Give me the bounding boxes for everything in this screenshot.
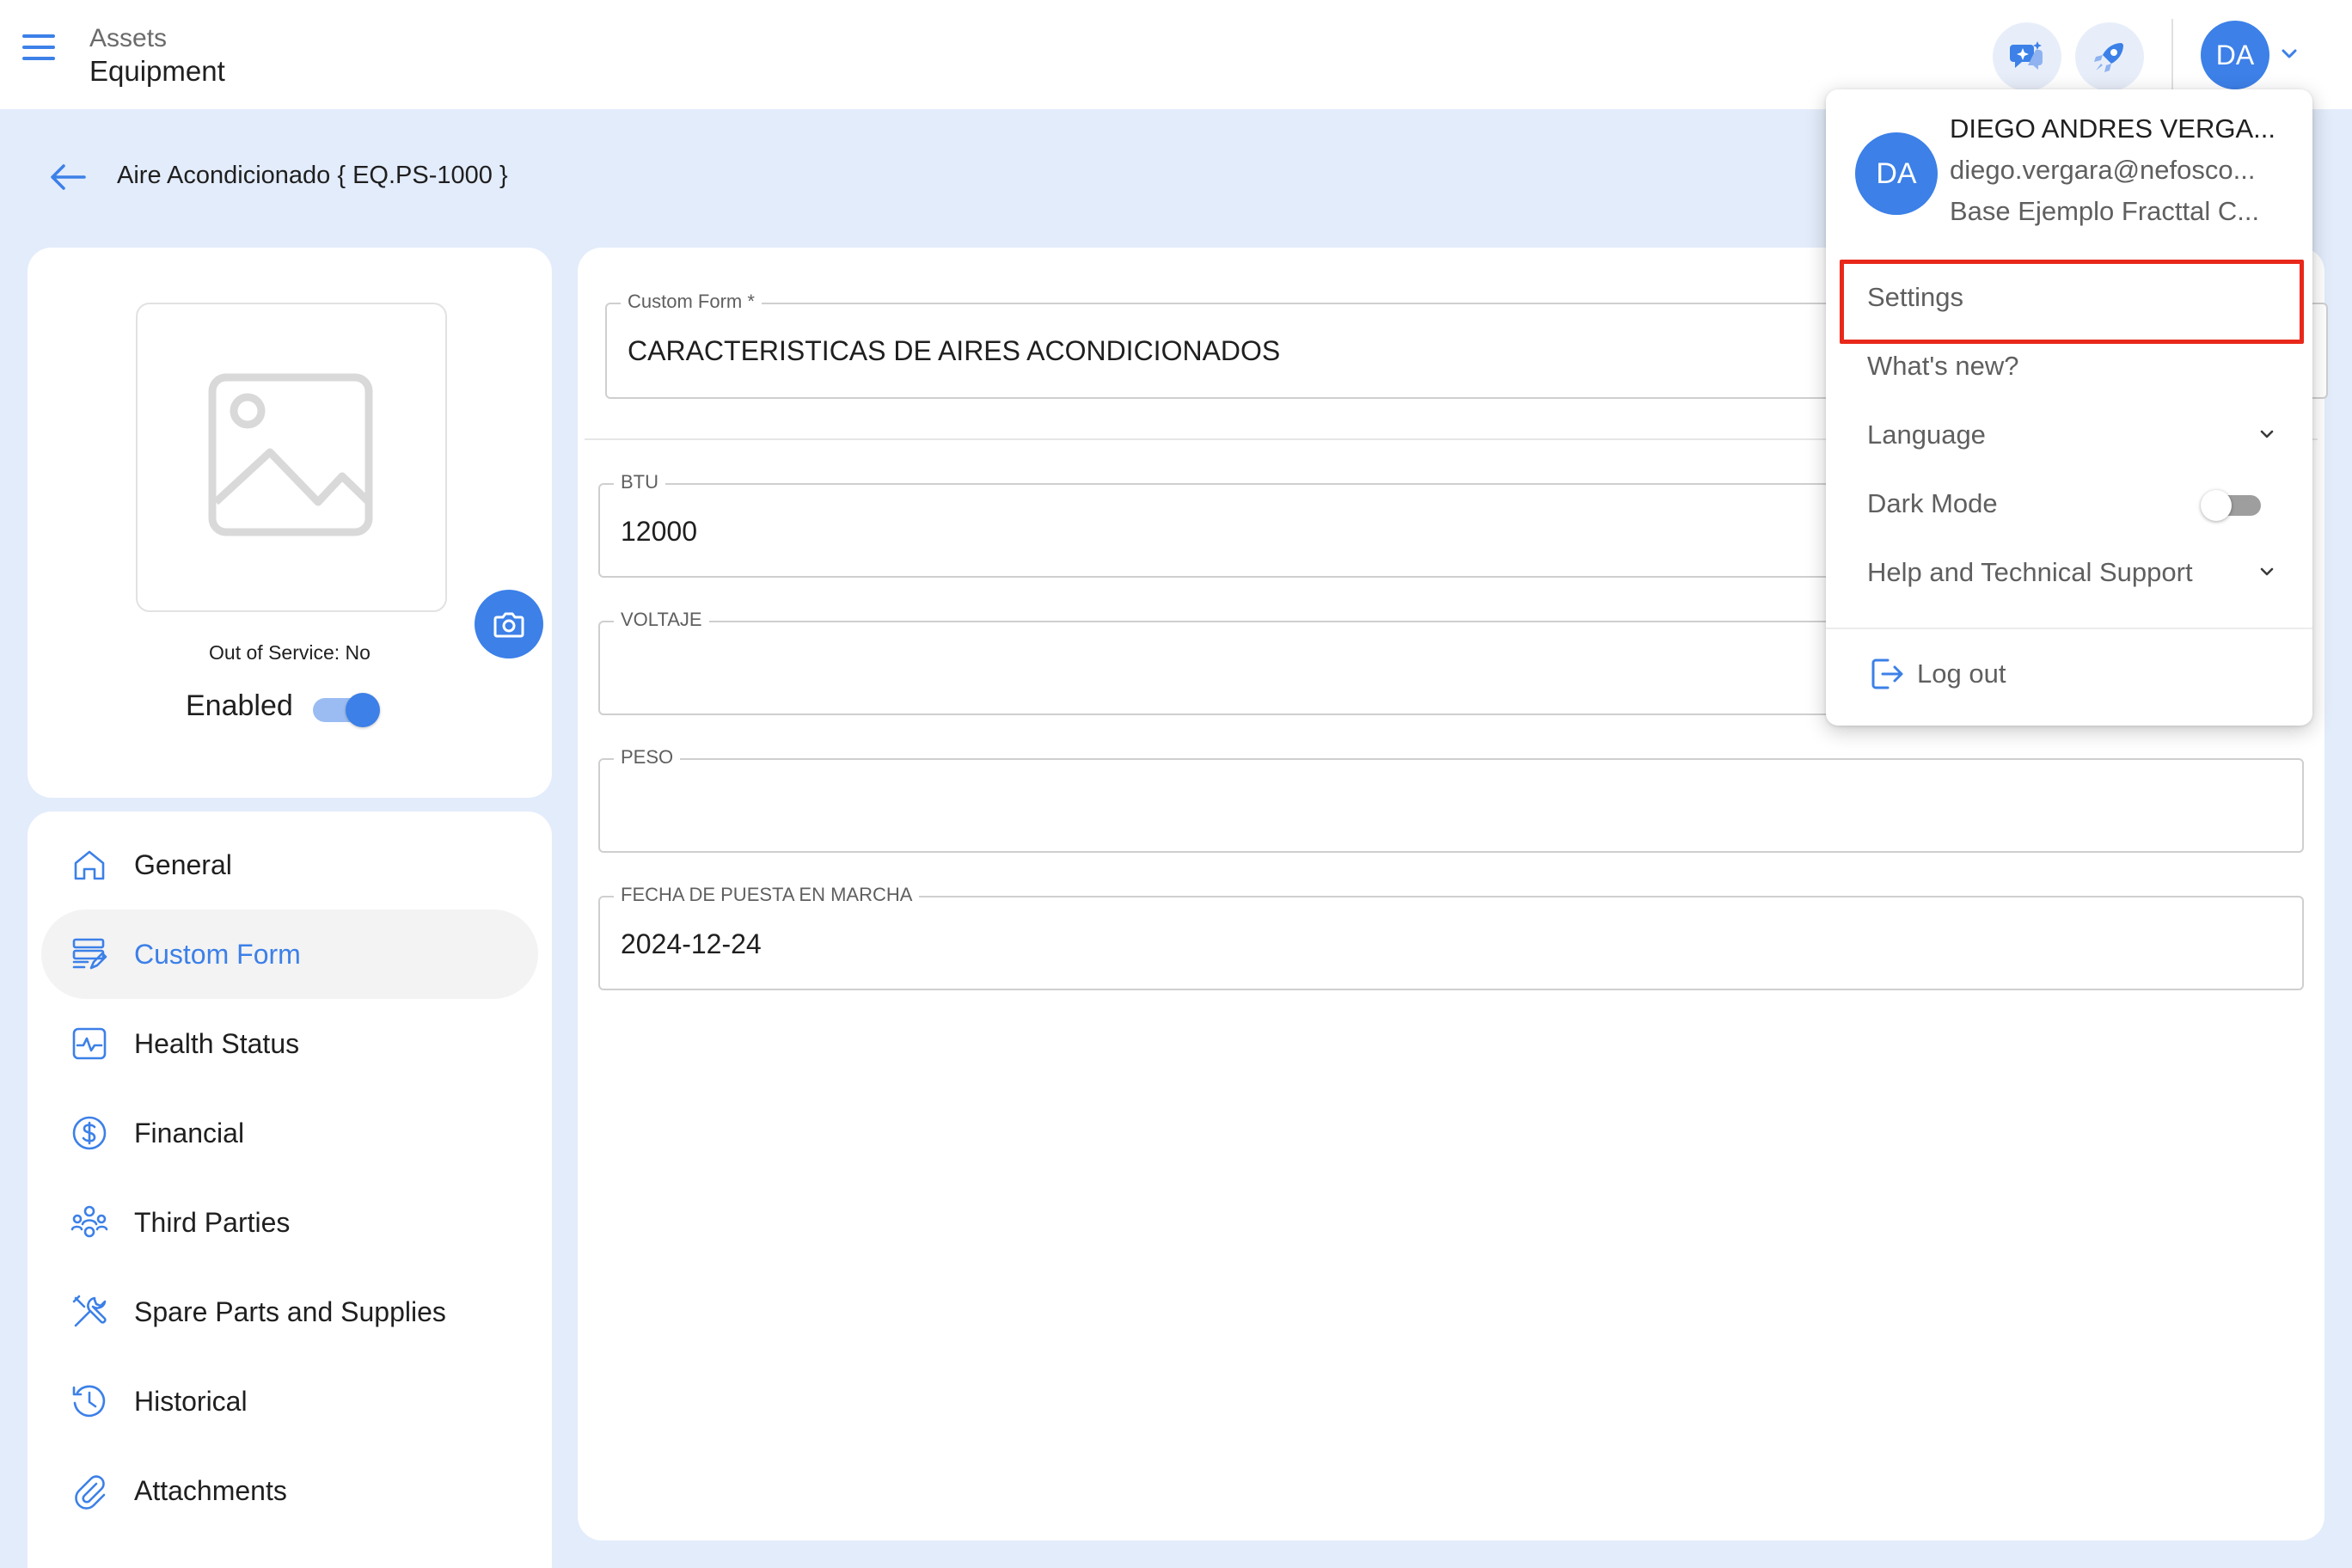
chat-sparkle-icon [2010, 41, 2043, 70]
camera-icon [493, 612, 524, 638]
nav-item-health-status[interactable]: Health Status [41, 999, 538, 1088]
chevron-down-icon[interactable] [2278, 43, 2300, 65]
history-icon [72, 1385, 106, 1418]
menu-item-whats-new[interactable]: What's new? [1840, 332, 2299, 401]
attachment-icon [75, 1475, 106, 1510]
dark-mode-label: Dark Mode [1867, 488, 1998, 518]
peso-field[interactable]: PESO [598, 746, 2304, 853]
dollar-icon [72, 1116, 107, 1150]
home-icon [74, 850, 105, 880]
enabled-label: Enabled [186, 689, 293, 722]
fecha-puesta-en-marcha-label: FECHA DE PUESTA EN MARCHA [614, 884, 920, 906]
fecha-puesta-en-marcha-value: 2024-12-24 [621, 928, 762, 959]
nav-item-label: Financial [134, 1118, 245, 1148]
nav-item-label: Attachments [134, 1475, 287, 1506]
enabled-toggle[interactable] [313, 693, 380, 727]
nav-item-custom-form[interactable]: Custom Form [41, 910, 538, 999]
logout-label: Log out [1917, 658, 2006, 689]
nav-item-attachments[interactable]: Attachments [41, 1446, 538, 1535]
menu-item-help-support[interactable]: Help and Technical Support [1840, 538, 2299, 607]
chat-support-button[interactable] [1993, 22, 2061, 91]
people-icon [70, 1205, 108, 1238]
chevron-down-icon [2260, 430, 2274, 438]
back-arrow-icon[interactable] [48, 162, 89, 196]
toggle-knob [2201, 490, 2232, 521]
page-title: Aire Acondicionado { EQ.PS-1000 } [117, 162, 508, 189]
nav-item-label: Spare Parts and Supplies [134, 1296, 446, 1327]
user-avatar-button[interactable]: DA [2201, 21, 2269, 89]
form-edit-icon [72, 938, 107, 970]
peso-label: PESO [614, 746, 681, 769]
top-bar-divider [2171, 19, 2173, 93]
tools-icon [72, 1295, 107, 1327]
breadcrumb-parent[interactable]: Assets [89, 24, 167, 53]
whats-new-label: What's new? [1867, 351, 2019, 381]
out-of-service-status: Out of Service: No [209, 641, 371, 664]
btu-label: BTU [614, 471, 665, 493]
breadcrumb-current: Equipment [89, 55, 225, 87]
asset-photo-card: Out of Service: No Enabled [28, 248, 552, 798]
user-email: diego.vergara@nefosco... [1950, 155, 2256, 185]
voltaje-label: VOLTAJE [614, 609, 709, 631]
nav-item-third-parties[interactable]: Third Parties [41, 1178, 538, 1267]
custom-form-value: CARACTERISTICAS DE AIRES ACONDICIONADOS [628, 335, 1281, 366]
nav-item-financial[interactable]: Financial [41, 1088, 538, 1178]
nav-item-historical[interactable]: Historical [41, 1357, 538, 1446]
nav-item-label: Historical [134, 1386, 248, 1417]
nav-item-spare-parts-supplies[interactable]: Spare Parts and Supplies [41, 1267, 538, 1357]
toggle-knob [346, 693, 380, 727]
btu-value: 12000 [621, 516, 697, 547]
menu-item-language[interactable]: Language [1840, 401, 2299, 469]
user-menu-dropdown: DA DIEGO ANDRES VERGA... diego.vergara@n… [1826, 89, 2312, 726]
fecha-puesta-en-marcha-field[interactable]: FECHA DE PUESTA EN MARCHA 2024-12-24 [598, 884, 2304, 990]
image-placeholder-icon [208, 373, 373, 536]
chevron-down-icon [2260, 567, 2274, 576]
logout-icon [1871, 658, 1903, 689]
nav-item-label: Third Parties [134, 1207, 291, 1238]
dark-mode-toggle[interactable] [2201, 490, 2263, 521]
whats-new-rocket-button[interactable] [2075, 22, 2144, 91]
menu-item-logout[interactable]: Log out [1840, 640, 2299, 708]
user-name: DIEGO ANDRES VERGA... [1950, 113, 2275, 144]
nav-item-label: General [134, 849, 232, 880]
nav-item-label: Health Status [134, 1028, 300, 1059]
asset-image [136, 303, 543, 658]
menu-item-dark-mode[interactable]: Dark Mode [1840, 469, 2299, 538]
pulse-icon [72, 1027, 107, 1060]
user-menu-avatar: DA [1855, 132, 1938, 215]
hamburger-menu-icon[interactable] [22, 33, 74, 77]
help-support-label: Help and Technical Support [1867, 557, 2193, 587]
nav-item-general[interactable]: General [41, 820, 538, 910]
rocket-icon [2094, 43, 2123, 72]
nav-item-label: Custom Form [134, 939, 301, 970]
asset-section-nav: General Custom Form Health Status Financial… [28, 812, 552, 1568]
menu-divider [1826, 628, 2312, 629]
language-label: Language [1867, 420, 1986, 450]
user-company: Base Ejemplo Fracttal C... [1950, 196, 2260, 226]
custom-form-label: Custom Form * [621, 291, 762, 313]
